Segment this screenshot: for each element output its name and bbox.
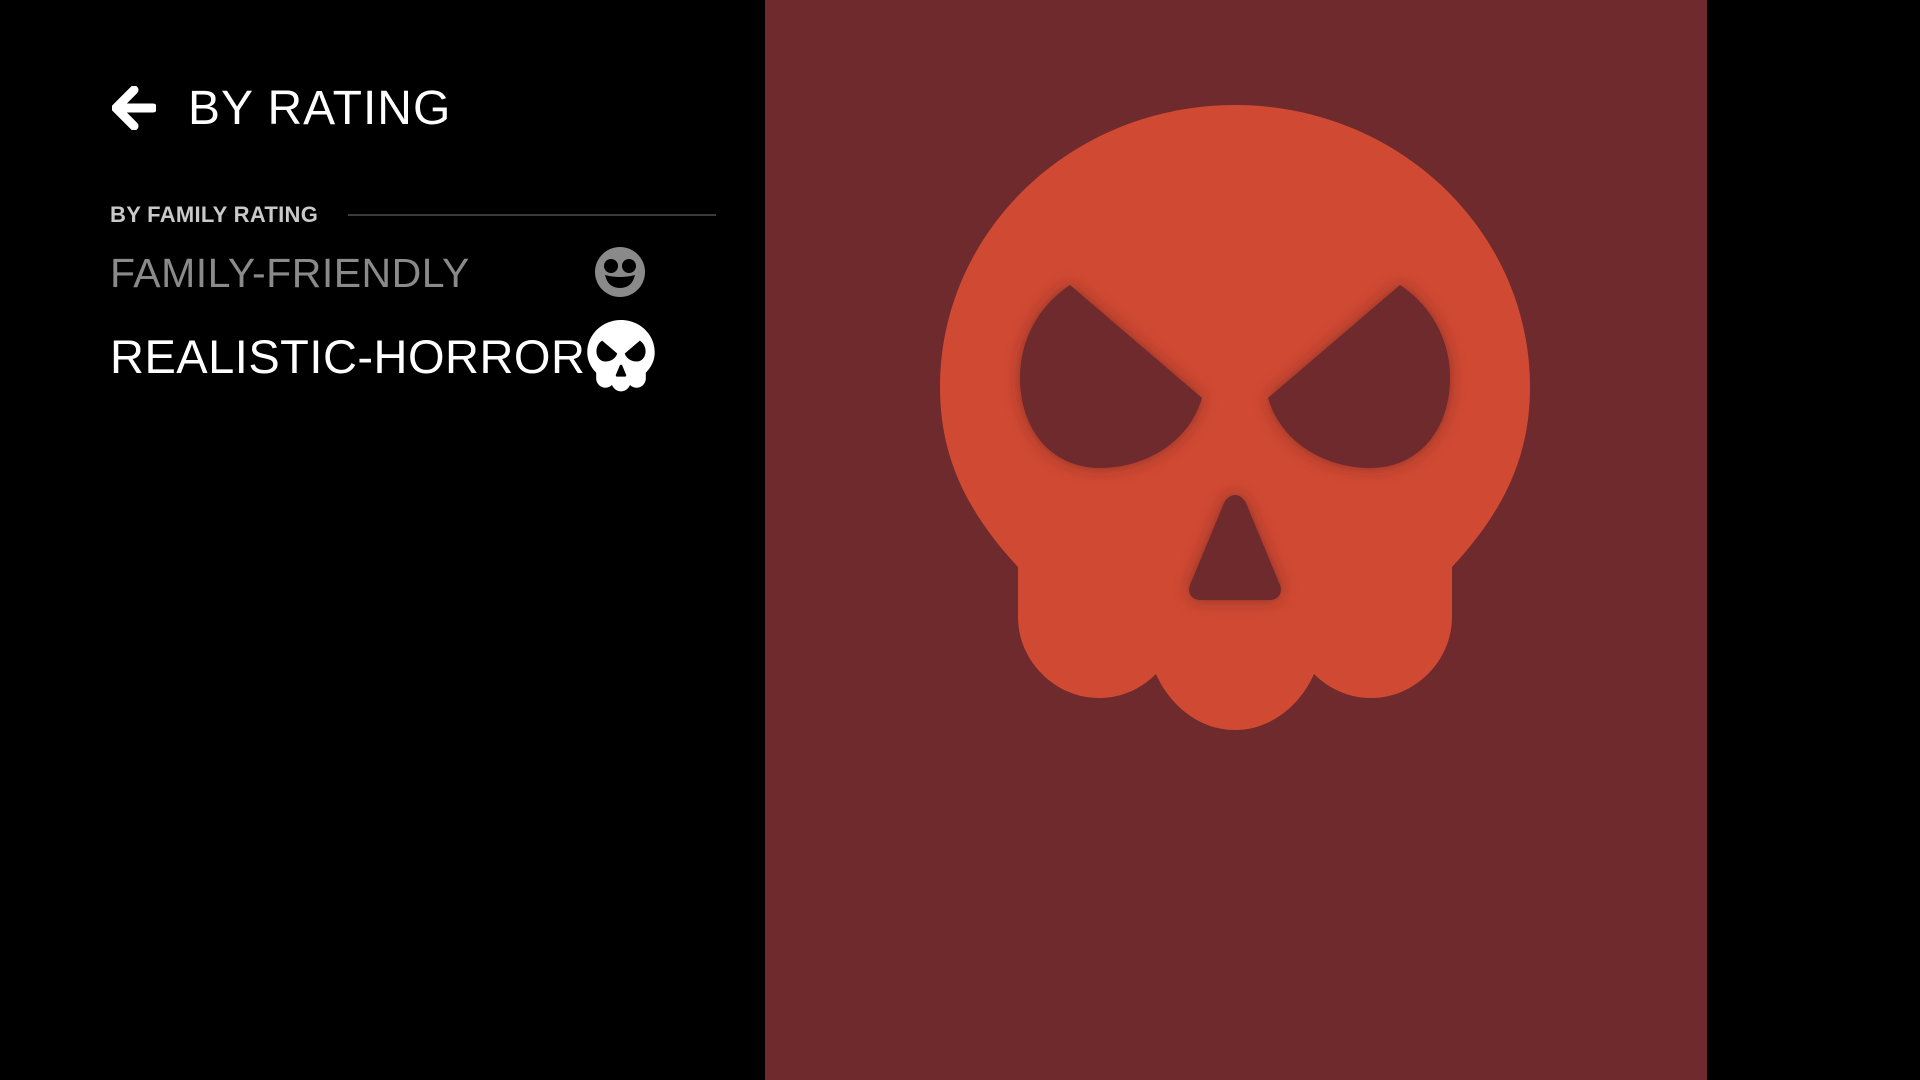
rating-item-label: REALISTIC-HORROR [110,329,586,383]
page-title: BY RATING [188,81,452,135]
rating-item-label: FAMILY-FRIENDLY [110,249,470,296]
section-label: BY FAMILY RATING [110,202,319,227]
header: BY RATING [110,78,451,138]
section-header: BY FAMILY RATING [110,200,716,230]
section-divider [348,214,716,216]
arrow-left-icon [112,86,156,130]
skull-icon [586,320,656,397]
rating-preview-panel [765,0,1707,1080]
sidebar: BY RATING BY FAMILY RATING FAMILY-FRIEND… [0,0,765,1080]
smiley-face-icon [594,246,646,303]
app-window: BY RATING BY FAMILY RATING FAMILY-FRIEND… [0,0,1920,1080]
rating-item-family-friendly[interactable]: FAMILY-FRIENDLY [110,238,645,308]
back-button[interactable] [110,84,158,132]
rating-item-realistic-horror[interactable]: REALISTIC-HORROR [110,318,655,394]
skull-icon [940,105,1530,730]
